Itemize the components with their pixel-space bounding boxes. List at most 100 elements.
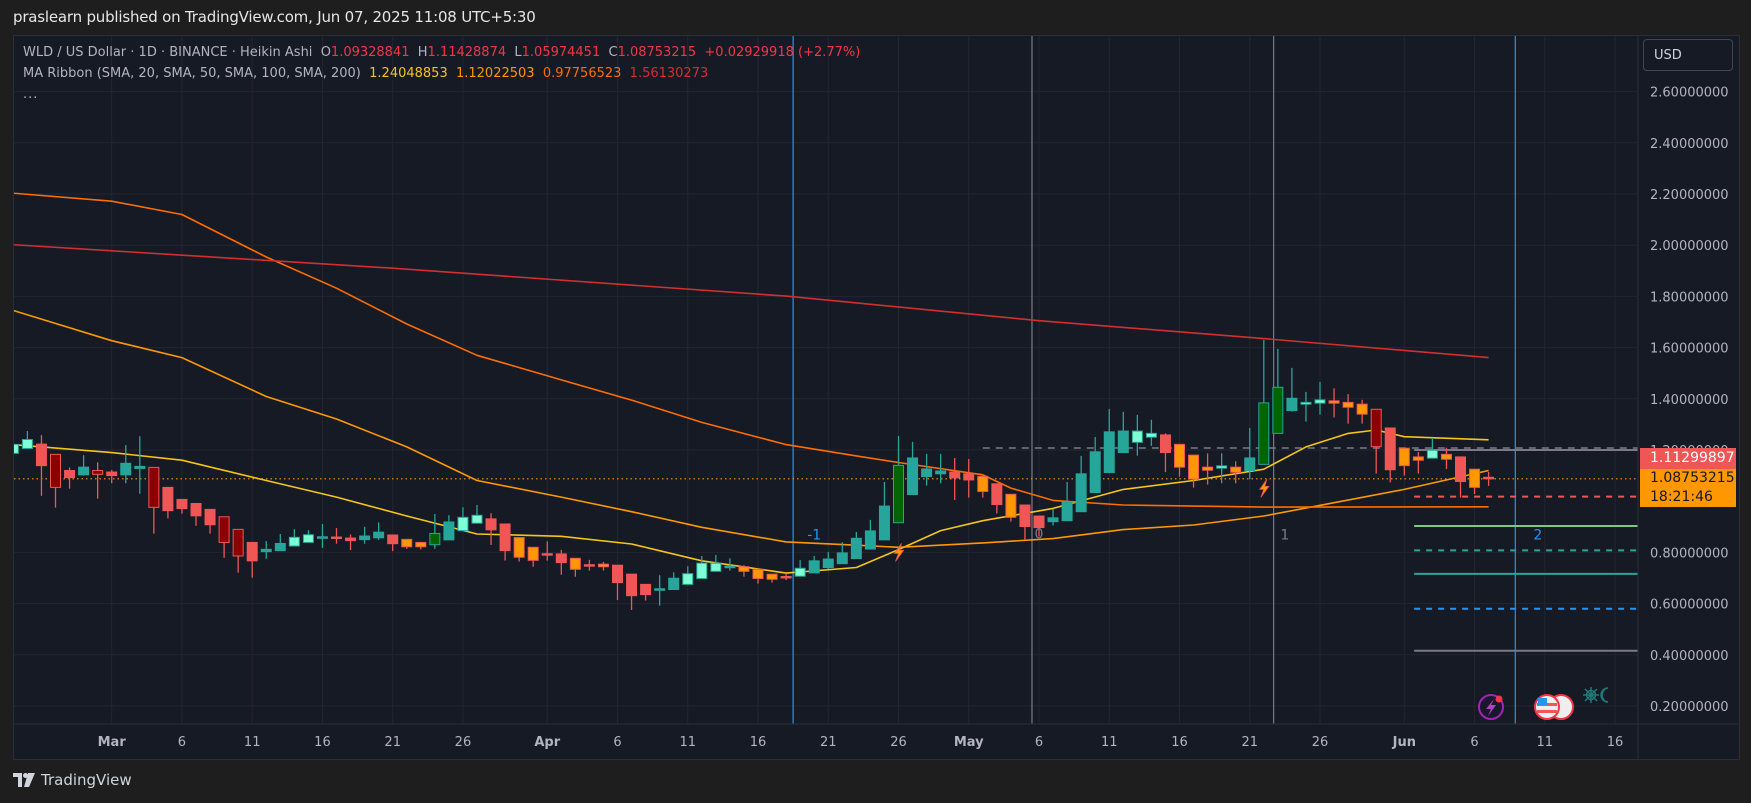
candle-body: [541, 553, 553, 556]
candle: [190, 503, 202, 526]
price-chart[interactable]: -1 0 1 2 2.60000000 2.40000000 2.20000000 2.00…: [0, 0, 1751, 803]
candle: [471, 505, 483, 524]
candle-body: [359, 535, 371, 541]
candle-body: [1117, 430, 1129, 454]
candle: [1145, 419, 1157, 446]
candle: [710, 554, 722, 572]
candle: [738, 565, 750, 577]
time-tick-label: 16: [1607, 735, 1624, 750]
candle-body: [134, 465, 146, 469]
open-value: 1.09328841: [330, 45, 410, 60]
price-tick-label: 1.60000000: [1650, 342, 1729, 357]
candle-body: [1426, 449, 1438, 459]
symbol-legend[interactable]: WLD / US Dollar · 1D · BINANCE · Heikin …: [23, 45, 860, 60]
time-tick-label: 21: [820, 735, 837, 750]
plot-area: -1 0 1 2: [14, 36, 1638, 724]
candle-body: [1103, 431, 1115, 474]
ma-ribbon-legend[interactable]: MA Ribbon (SMA, 20, SMA, 50, SMA, 100, S…: [23, 66, 708, 81]
candle: [963, 458, 975, 498]
candle: [850, 531, 862, 560]
candle: [50, 453, 61, 508]
bar-countdown: 18:21:46: [1650, 489, 1713, 505]
candle: [218, 516, 230, 558]
candle-body: [850, 537, 862, 560]
price-tick-label: 1.40000000: [1650, 393, 1729, 408]
candle: [780, 573, 792, 581]
candle-body: [78, 466, 90, 476]
candle: [21, 431, 33, 449]
candle-body: [808, 560, 820, 574]
candle: [64, 467, 76, 489]
candle-body: [612, 564, 623, 584]
time-tick-label: 26: [890, 735, 907, 750]
candle: [260, 541, 272, 559]
candle: [246, 541, 258, 578]
sma50-value: 1.12022503: [455, 66, 535, 81]
candle-body: [1244, 457, 1256, 471]
earnings-event-icon[interactable]: [1478, 694, 1504, 720]
candle: [148, 466, 160, 534]
candle: [288, 529, 300, 547]
candle: [415, 541, 427, 550]
candle-body: [1005, 493, 1017, 518]
time-tick-label: May: [954, 735, 984, 750]
candle-body: [218, 516, 230, 543]
candle-body: [1328, 400, 1340, 404]
time-tick-label: 11: [244, 735, 261, 750]
change-value: +0.02929918 (+2.77%): [704, 45, 861, 60]
ma-ribbon-title[interactable]: MA Ribbon (SMA, 20, SMA, 50, SMA, 100, S…: [23, 66, 361, 81]
candle-body: [1286, 397, 1298, 412]
candle-body: [921, 468, 933, 478]
candle: [513, 537, 525, 562]
currency-button[interactable]: USD: [1643, 39, 1733, 71]
candle-body: [1398, 447, 1410, 467]
candle-body: [1188, 454, 1200, 480]
candle: [864, 519, 876, 550]
candle: [485, 513, 497, 545]
tradingview-logo[interactable]: TradingView: [13, 771, 132, 789]
candle: [443, 515, 455, 541]
candle: [1370, 408, 1382, 474]
candle: [626, 573, 638, 610]
candle-body: [14, 443, 19, 454]
economic-events: [1478, 687, 1609, 720]
candle: [1103, 409, 1115, 474]
candle: [1005, 493, 1017, 522]
candle-body: [92, 469, 104, 475]
time-tick-label: Apr: [534, 735, 560, 750]
time-tick-label: 26: [1312, 735, 1329, 750]
sma200-value: 1.56130273: [629, 66, 709, 81]
candle-body: [429, 532, 441, 546]
candle-body: [471, 514, 483, 524]
candle: [274, 533, 286, 552]
price-tick-label: 0.40000000: [1650, 649, 1729, 664]
candle: [387, 534, 399, 552]
candle-body: [106, 471, 118, 477]
candle-body: [1384, 427, 1396, 471]
candle-body: [1483, 476, 1495, 480]
candle-body: [1370, 408, 1382, 448]
candle-body: [246, 541, 258, 562]
time-tick-label: 6: [1035, 735, 1043, 750]
candle: [1469, 468, 1481, 495]
candle: [1356, 399, 1368, 424]
candle-body: [977, 475, 989, 492]
candle-body: [260, 548, 272, 553]
candle-body: [1412, 456, 1424, 461]
candle-body: [302, 534, 314, 543]
candle-body: [1300, 401, 1312, 405]
candle: [654, 575, 666, 606]
candle: [1258, 339, 1270, 465]
more-indicators-button[interactable]: ...: [23, 87, 38, 102]
candle: [682, 566, 694, 585]
candle: [569, 557, 581, 577]
candle-body: [499, 523, 511, 552]
symbol-title[interactable]: WLD / US Dollar · 1D · BINANCE · Heikin …: [23, 45, 312, 60]
tradingview-brand: TradingView: [41, 771, 132, 789]
candle: [429, 514, 441, 549]
candle-body: [569, 557, 581, 570]
time-tick-label: 6: [1470, 735, 1478, 750]
us-flag-event-icon[interactable]: [1534, 694, 1574, 720]
candle-body: [21, 439, 33, 449]
time-tick-label: Mar: [98, 735, 127, 750]
